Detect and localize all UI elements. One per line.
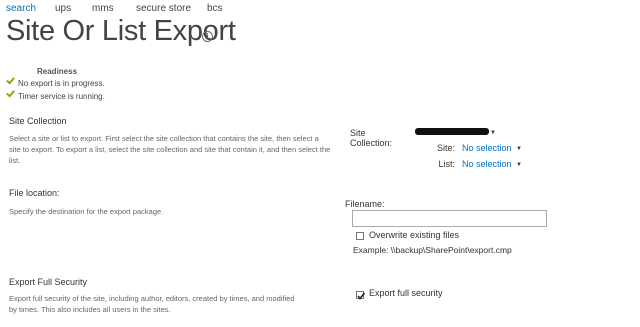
chevron-down-icon[interactable]: ▼ [516,146,522,152]
overwrite-checkbox[interactable] [356,232,364,240]
file-location-heading: File location: [9,188,60,198]
readiness-status-export: No export is in progress. [18,79,105,88]
export-security-heading: Export Full Security [9,277,88,287]
nav-link-bcs[interactable]: bcs [207,3,223,14]
site-collection-value-redacted[interactable] [415,128,489,135]
nav-link-mms[interactable]: mms [92,3,114,14]
nav-link-secure-store[interactable]: secure store [136,3,191,14]
chevron-down-icon[interactable]: ▼ [490,130,496,136]
filename-label: Filename: [345,199,385,209]
info-icon[interactable]: i [202,31,213,42]
checkmark-icon [6,90,15,98]
chevron-down-icon[interactable]: ▼ [516,162,522,168]
nav-link-ups[interactable]: ups [55,3,71,14]
file-location-description: Specify the destination for the export p… [9,207,164,216]
checkmark-icon [357,292,366,300]
export-security-description: Export full security of the site, includ… [9,294,295,314]
site-selector-link[interactable]: No selection [462,143,512,153]
site-collection-description: Select a site or list to export. First s… [9,134,331,165]
checkmark-icon [6,77,15,85]
overwrite-label: Overwrite existing files [369,230,460,240]
readiness-heading: Readiness [37,67,78,76]
filename-input[interactable] [352,210,547,227]
readiness-status-timer: Timer service is running. [18,92,105,101]
list-label: List: [438,159,455,169]
page-title: Site Or List Export [6,15,236,47]
nav-link-search[interactable]: search [6,3,36,14]
site-label: Site: [436,143,455,153]
filename-example: Example: \\backup\SharePoint\export.cmp [353,245,512,255]
export-security-label: Export full security [369,288,443,298]
site-collection-heading: Site Collection [9,116,67,126]
list-selector-link[interactable]: No selection [462,159,512,169]
export-security-checkbox[interactable] [356,291,366,300]
